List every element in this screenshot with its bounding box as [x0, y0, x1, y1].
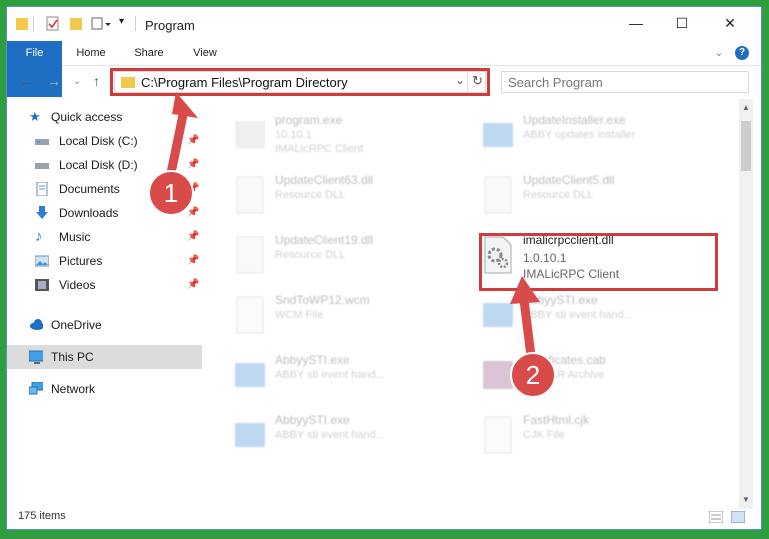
step-badge-2: 2 — [510, 352, 556, 398]
annotation-arrows — [165, 92, 540, 369]
step-badge-1: 1 — [148, 170, 194, 216]
arrow-1-head — [172, 92, 198, 118]
arrow-2-head — [510, 276, 540, 304]
arrow-1 — [165, 105, 189, 183]
